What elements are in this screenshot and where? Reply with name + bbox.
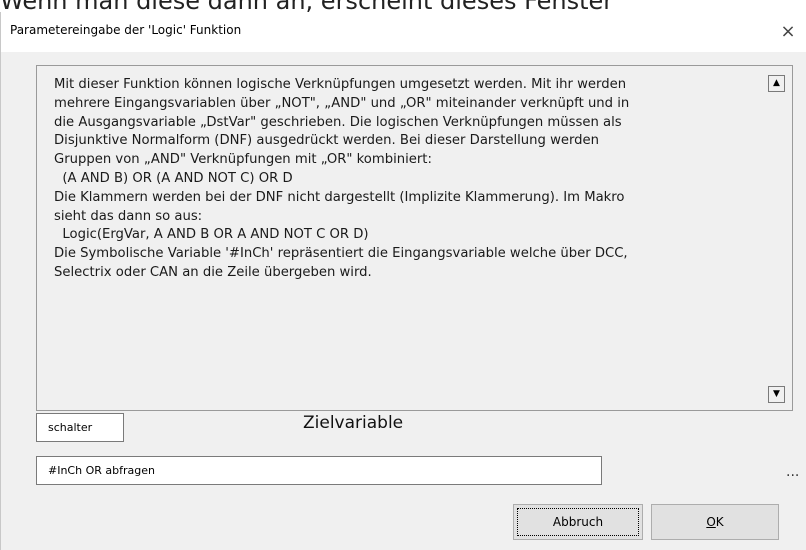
description-text: Mit dieser Funktion können logische Verk…	[54, 77, 630, 280]
logic-parameter-dialog: Parametereingabe der 'Logic' Funktion × …	[0, 12, 806, 550]
vertical-scrollbar[interactable]: ▲ ▼	[762, 66, 792, 410]
description-textarea[interactable]: Mit dieser Funktion können logische Verk…	[36, 65, 793, 411]
dialog-title: Parametereingabe der 'Logic' Funktion	[10, 23, 242, 37]
scroll-up-icon[interactable]: ▲	[768, 75, 785, 92]
focus-indicator	[517, 508, 639, 536]
more-options-icon[interactable]: ...	[786, 464, 799, 480]
title-bar: Parametereingabe der 'Logic' Funktion ×	[1, 12, 806, 52]
target-variable-input[interactable]: schalter	[36, 413, 124, 442]
close-icon[interactable]: ×	[773, 18, 803, 46]
scroll-down-icon[interactable]: ▼	[768, 386, 785, 403]
target-variable-label: Zielvariable	[303, 413, 404, 433]
cancel-button[interactable]: Abbruch	[513, 504, 643, 540]
ok-button[interactable]: OK	[651, 504, 779, 540]
expression-input[interactable]: #InCh OR abfragen	[36, 456, 602, 485]
ok-button-label: K	[715, 515, 724, 529]
ok-mnemonic: O	[706, 515, 716, 529]
